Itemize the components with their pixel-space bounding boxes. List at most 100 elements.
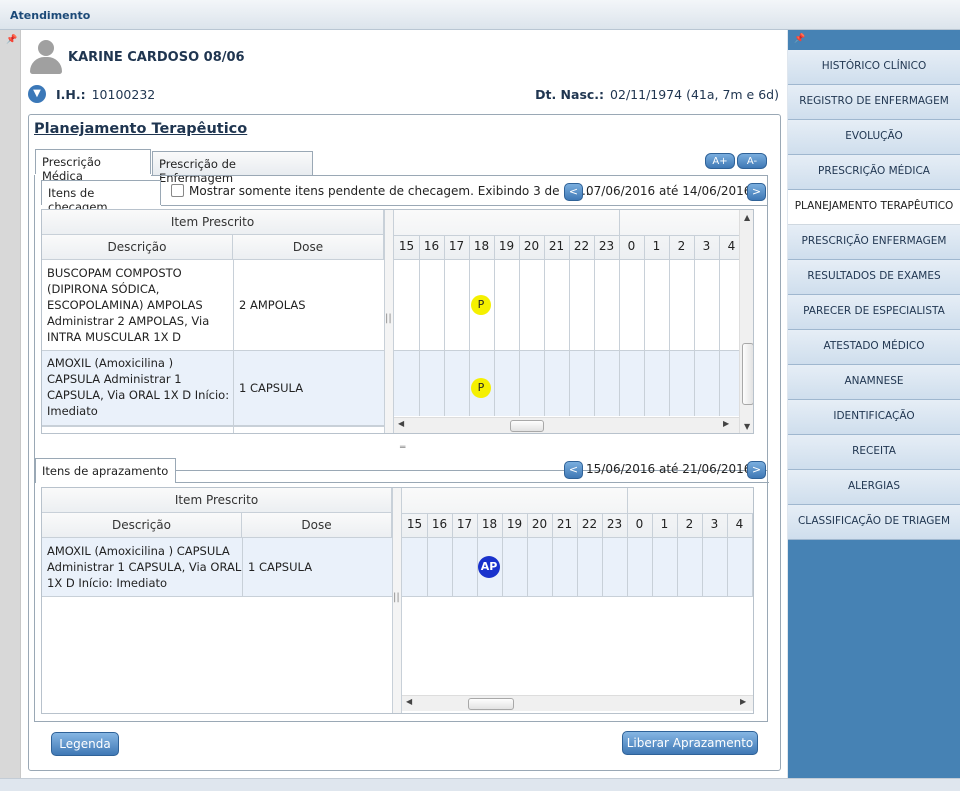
schedule-row [394, 351, 740, 416]
sidebar-item-12[interactable]: ALERGIAS [788, 470, 960, 505]
sidebar-item-5[interactable]: PRESCRIÇÃO ENFERMAGEM [788, 225, 960, 260]
window-title: Atendimento [10, 9, 91, 22]
section-splitter-grip[interactable]: ═ [400, 443, 405, 453]
col-desc-header: Descrição [42, 235, 233, 260]
checagem-vscroll[interactable]: ▲ ▼ [739, 210, 753, 433]
scroll-right-icon[interactable]: ▶ [740, 697, 746, 706]
hour-label: 23 [606, 517, 623, 531]
hour-label: 21 [556, 517, 573, 531]
bottom-bar [0, 778, 960, 791]
sidebar-item-7[interactable]: PARECER DE ESPECIALISTA [788, 295, 960, 330]
scroll-up-icon[interactable]: ▲ [744, 213, 750, 222]
hour-gridline [544, 235, 545, 416]
hour-label: 19 [506, 517, 523, 531]
hscroll-thumb[interactable] [510, 420, 544, 432]
scheduled-marker[interactable]: AP [478, 556, 500, 578]
day-divider [627, 488, 628, 513]
hour-label: 2 [677, 239, 686, 253]
pending-only-checkbox[interactable] [171, 184, 184, 197]
scroll-left-icon[interactable]: ◀ [406, 697, 412, 706]
row1-description: AMOXIL (Amoxicilina ) CAPSULA Administra… [47, 544, 242, 590]
sidebar-item-13[interactable]: CLASSIFICAÇÃO DE TRIAGEM [788, 505, 960, 540]
sidebar-item-4[interactable]: PLANEJAMENTO TERAPÊUTICO [788, 190, 960, 225]
hour-label: 4 [735, 517, 744, 531]
row2-description: AMOXIL (Amoxicilina ) CAPSULA Administra… [47, 356, 230, 418]
hour-label: 3 [710, 517, 719, 531]
sidebar-item-1[interactable]: REGISTRO DE ENFERMAGEM [788, 85, 960, 120]
release-scheduling-button[interactable]: Liberar Aprazamento [622, 731, 758, 755]
hour-gridline [444, 235, 445, 416]
aprazamento-next-button[interactable]: > [747, 461, 766, 479]
grid-bottom-line [42, 426, 384, 427]
pending-marker[interactable]: P [471, 378, 491, 398]
checagem-prev-button[interactable]: < [564, 183, 583, 201]
splitter-grip[interactable]: || [393, 592, 400, 603]
expand-chevron-icon[interactable]: ▼ [28, 85, 46, 103]
schedule-row [394, 260, 740, 351]
hour-gridline [419, 235, 420, 416]
hour-label: 22 [581, 517, 598, 531]
desc-dose-divider [242, 538, 243, 597]
sidebar-item-0[interactable]: HISTÓRICO CLÍNICO [788, 50, 960, 85]
sidebar-item-11[interactable]: RECEITA [788, 435, 960, 470]
aprazamento-hscroll[interactable]: ◀ ▶ [402, 695, 753, 711]
hour-label: 16 [423, 239, 440, 253]
aprazamento-tab-underline [175, 482, 769, 483]
hour-label: 19 [498, 239, 515, 253]
patient-name: KARINE CARDOSO 08/06 [68, 50, 245, 65]
tab-itens-aprazamento[interactable]: Itens de aprazamento [35, 458, 176, 483]
tab-prescricao-enfermagem[interactable]: Prescrição de Enfermagem [152, 151, 313, 185]
pin-icon[interactable]: 📌 [794, 34, 805, 44]
hour-label: 17 [448, 239, 465, 253]
sidebar-item-3[interactable]: PRESCRIÇÃO MÉDICA [788, 155, 960, 190]
col-dose-header: Dose [233, 235, 384, 260]
font-increase-button[interactable]: A+ [705, 153, 735, 169]
tab-prescricao-medica[interactable]: Prescrição Médica [35, 149, 151, 183]
scroll-down-icon[interactable]: ▼ [744, 422, 750, 431]
hour-label: 23 [598, 239, 615, 253]
hours-header-divider [394, 235, 740, 236]
hour-label: 22 [573, 239, 590, 253]
hour-label: 17 [456, 517, 473, 531]
hour-label: 20 [531, 517, 548, 531]
hour-gridline [469, 235, 470, 416]
hscroll-thumb[interactable] [468, 698, 514, 710]
dob-info: Dt. Nasc.: 02/11/1974 (41a, 7m e 6d) [535, 87, 779, 102]
hour-label: 1 [652, 239, 661, 253]
day-divider [619, 210, 620, 235]
hour-gridline [619, 235, 620, 416]
scroll-right-icon[interactable]: ▶ [723, 419, 729, 428]
aprazamento-prev-button[interactable]: < [564, 461, 583, 479]
checagem-hscroll[interactable]: ◀ ▶ [394, 417, 739, 433]
pending-marker[interactable]: P [471, 295, 491, 315]
row1-dose: 2 AMPOLAS [239, 298, 306, 312]
legend-button[interactable]: Legenda [51, 732, 119, 756]
hour-label: 0 [635, 517, 644, 531]
left-dock-strip: 📌 [0, 30, 21, 778]
scroll-left-icon[interactable]: ◀ [398, 419, 404, 428]
hour-gridline [519, 235, 520, 416]
sidebar-item-10[interactable]: IDENTIFICAÇÃO [788, 400, 960, 435]
splitter-grip[interactable]: || [385, 313, 392, 324]
sidebar-item-8[interactable]: ATESTADO MÉDICO [788, 330, 960, 365]
group-header: Item Prescrito [42, 488, 392, 513]
dob-label: Dt. Nasc.: [535, 87, 605, 102]
aprazamento-grid: Item Prescrito Descrição Dose || AMOXIL … [41, 487, 754, 714]
page-title: Planejamento Terapêutico [34, 121, 248, 137]
sidebar-item-6[interactable]: RESULTADOS DE EXAMES [788, 260, 960, 295]
font-decrease-button[interactable]: A- [737, 153, 767, 169]
pin-icon[interactable]: 📌 [6, 35, 17, 45]
avatar [29, 38, 63, 76]
tab-itens-checagem[interactable]: Itens de checagem [41, 180, 161, 214]
hour-gridline [669, 235, 670, 416]
vscroll-thumb[interactable] [742, 343, 753, 405]
ih-value: 10100232 [91, 87, 156, 102]
desc-dose-divider-2 [233, 351, 234, 426]
dob-value: 02/11/1974 (41a, 7m e 6d) [610, 87, 779, 102]
col-desc-header: Descrição [42, 513, 242, 538]
checagem-next-button[interactable]: > [747, 183, 766, 201]
sidebar-item-2[interactable]: EVOLUÇÃO [788, 120, 960, 155]
sidebar-item-9[interactable]: ANAMNESE [788, 365, 960, 400]
hour-label: 0 [627, 239, 636, 253]
checagem-tab-underline [161, 205, 767, 206]
